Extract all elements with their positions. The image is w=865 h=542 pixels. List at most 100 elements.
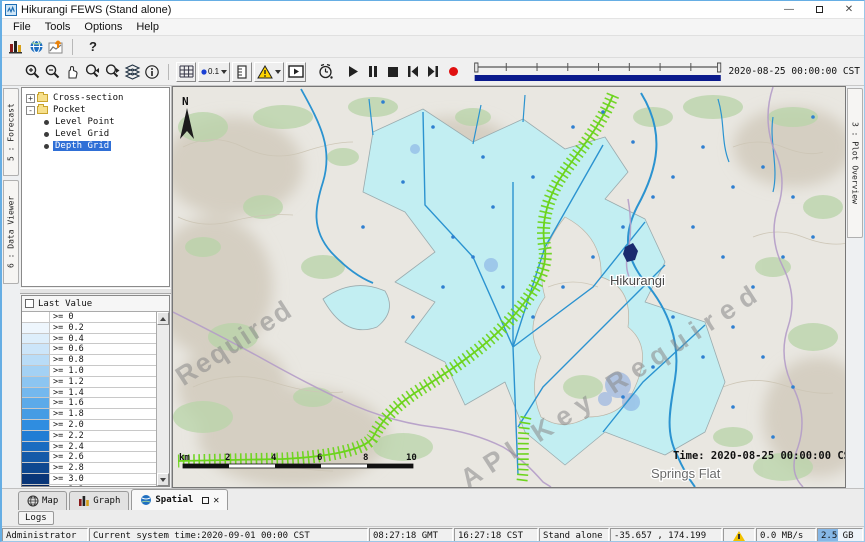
pause-button[interactable] (363, 62, 383, 82)
legend-color-swatch (22, 344, 50, 354)
right-tab-strip: 3 : Plot Overview (846, 86, 864, 488)
legend-color-swatch (22, 355, 50, 365)
logs-row: Logs (2, 510, 864, 526)
logs-button[interactable]: Logs (18, 511, 54, 525)
help-button[interactable]: ? (89, 39, 97, 54)
last-value-label: Last Value (38, 299, 92, 309)
map-viewport[interactable]: API Key Required API Key Required Hikura… (172, 86, 846, 488)
minimize-button[interactable]: — (774, 1, 804, 18)
classbreak-threshold-button[interactable]: 0.1 (198, 62, 230, 82)
app-logo-icon (5, 4, 17, 16)
map-toolbar: 0.1 (2, 58, 864, 86)
status-gmt-time: 08:27:18 GMT (369, 528, 453, 542)
globe-icon (140, 494, 152, 506)
tab-plot-overview[interactable]: 3 : Plot Overview (847, 88, 863, 238)
zoom-next-icon[interactable] (102, 62, 122, 82)
globe-explorer-icon[interactable] (26, 37, 46, 57)
layers-icon[interactable] (122, 62, 142, 82)
maximize-button[interactable] (804, 1, 834, 18)
threshold-value-label: 0.1 (208, 67, 219, 76)
legend-color-swatch (22, 398, 50, 408)
info-icon[interactable] (142, 62, 162, 82)
bottom-tab-bar: Map Graph Spatial ✕ (2, 488, 864, 510)
menu-tools[interactable]: Tools (38, 21, 78, 33)
node-bullet-icon (44, 120, 49, 125)
status-memory: 2.5 GB (817, 528, 863, 542)
status-network-rate: 0.0 MB/s (756, 528, 816, 542)
timeseries-chart-icon[interactable] (46, 37, 66, 57)
close-button[interactable]: ✕ (834, 1, 864, 18)
tree-item-level-point[interactable]: Level Point (42, 116, 167, 128)
legend-row: >= 2.4 (22, 442, 156, 453)
zoom-in-icon[interactable] (22, 62, 42, 82)
database-chart-icon[interactable] (6, 37, 26, 57)
legend-scrollbar[interactable] (156, 312, 169, 486)
svg-text:10: 10 (406, 453, 417, 463)
legend-color-swatch (22, 334, 50, 344)
skip-to-start-button[interactable] (403, 62, 423, 82)
zoom-out-icon[interactable] (42, 62, 62, 82)
legend-color-swatch (22, 431, 50, 441)
pan-hand-icon[interactable] (62, 62, 82, 82)
map-canvas[interactable]: API Key Required API Key Required Hikura… (173, 87, 846, 487)
scroll-up-icon[interactable] (157, 312, 169, 325)
last-value-checkbox[interactable] (25, 299, 34, 308)
legend-row: >= 0.4 (22, 334, 156, 345)
menu-bar: File Tools Options Help (2, 19, 864, 36)
left-panel: + Cross-section - Pocket Level Point Lev… (20, 86, 172, 488)
tab-graph[interactable]: Graph (69, 491, 129, 510)
tree-item-cross-section[interactable]: + Cross-section (26, 92, 167, 104)
scroll-down-icon[interactable] (157, 473, 169, 486)
status-system-time: Current system time:2020-09-01 00:00 CST (89, 528, 368, 542)
legend-color-swatch (22, 474, 50, 484)
status-warning-cell[interactable] (723, 528, 755, 542)
close-panel-icon[interactable]: ✕ (213, 497, 219, 504)
legend-color-swatch (22, 409, 50, 419)
tree-item-level-grid[interactable]: Level Grid (42, 128, 167, 140)
tab-spatial[interactable]: Spatial ✕ (131, 489, 228, 510)
maximize-panel-icon[interactable] (202, 497, 209, 504)
animation-settings-clock-icon[interactable] (315, 62, 335, 82)
chevron-down-icon (275, 70, 281, 74)
legend-row: >= 2.8 (22, 463, 156, 474)
tab-map[interactable]: Map (18, 491, 67, 510)
svg-text:2: 2 (225, 453, 230, 463)
menu-help[interactable]: Help (129, 21, 166, 33)
time-slider[interactable] (473, 61, 722, 83)
legend-row: >= 1.6 (22, 398, 156, 409)
legend-row: >= 3.0 (22, 474, 156, 485)
legend-rows: >= 0 >= 0.2 >= 0.4 >= 0.6 >= 0.8 >= 1.0 … (22, 312, 156, 486)
node-bullet-icon (44, 132, 49, 137)
chevron-down-icon (221, 70, 227, 74)
legend-row: >= 1.0 (22, 366, 156, 377)
left-tab-strip: 5 : Forecast 6 : Data Viewer (2, 86, 20, 488)
expand-icon[interactable]: + (26, 94, 35, 103)
play-button[interactable] (343, 62, 363, 82)
grid-display-button[interactable] (176, 62, 196, 82)
title-bar: Hikurangi FEWS (Stand alone) — ✕ (2, 1, 864, 19)
record-button[interactable] (443, 62, 463, 82)
panel-splitter[interactable] (20, 288, 171, 294)
warning-threshold-button[interactable] (254, 62, 284, 82)
animation-movie-button[interactable] (286, 62, 306, 82)
collapse-icon[interactable]: - (26, 106, 35, 115)
tab-data-viewer[interactable]: 6 : Data Viewer (3, 180, 19, 284)
tree-item-depth-grid[interactable]: Depth Grid (42, 140, 167, 152)
window-title: Hikurangi FEWS (Stand alone) (21, 4, 774, 16)
legend-panel: Last Value >= 0 >= 0.2 >= 0.4 >= 0.6 >= … (21, 295, 170, 487)
bar-chart-icon (78, 495, 90, 507)
menu-file[interactable]: File (6, 21, 38, 33)
map-time-overlay: Time: 2020-08-25 00:00:00 CST (673, 450, 846, 462)
menu-options[interactable]: Options (77, 21, 129, 33)
legend-color-swatch (22, 452, 50, 462)
skip-to-end-button[interactable] (423, 62, 443, 82)
legend-row: >= 2.2 (22, 431, 156, 442)
legend-row: >= 0.2 (22, 323, 156, 334)
legend-color-swatch (22, 420, 50, 430)
stop-button[interactable] (383, 62, 403, 82)
tab-forecast[interactable]: 5 : Forecast (3, 88, 19, 176)
profile-ruler-button[interactable] (232, 62, 252, 82)
status-mode: Stand alone (539, 528, 609, 542)
tree-item-pocket[interactable]: - Pocket (26, 104, 167, 116)
zoom-previous-icon[interactable] (82, 62, 102, 82)
